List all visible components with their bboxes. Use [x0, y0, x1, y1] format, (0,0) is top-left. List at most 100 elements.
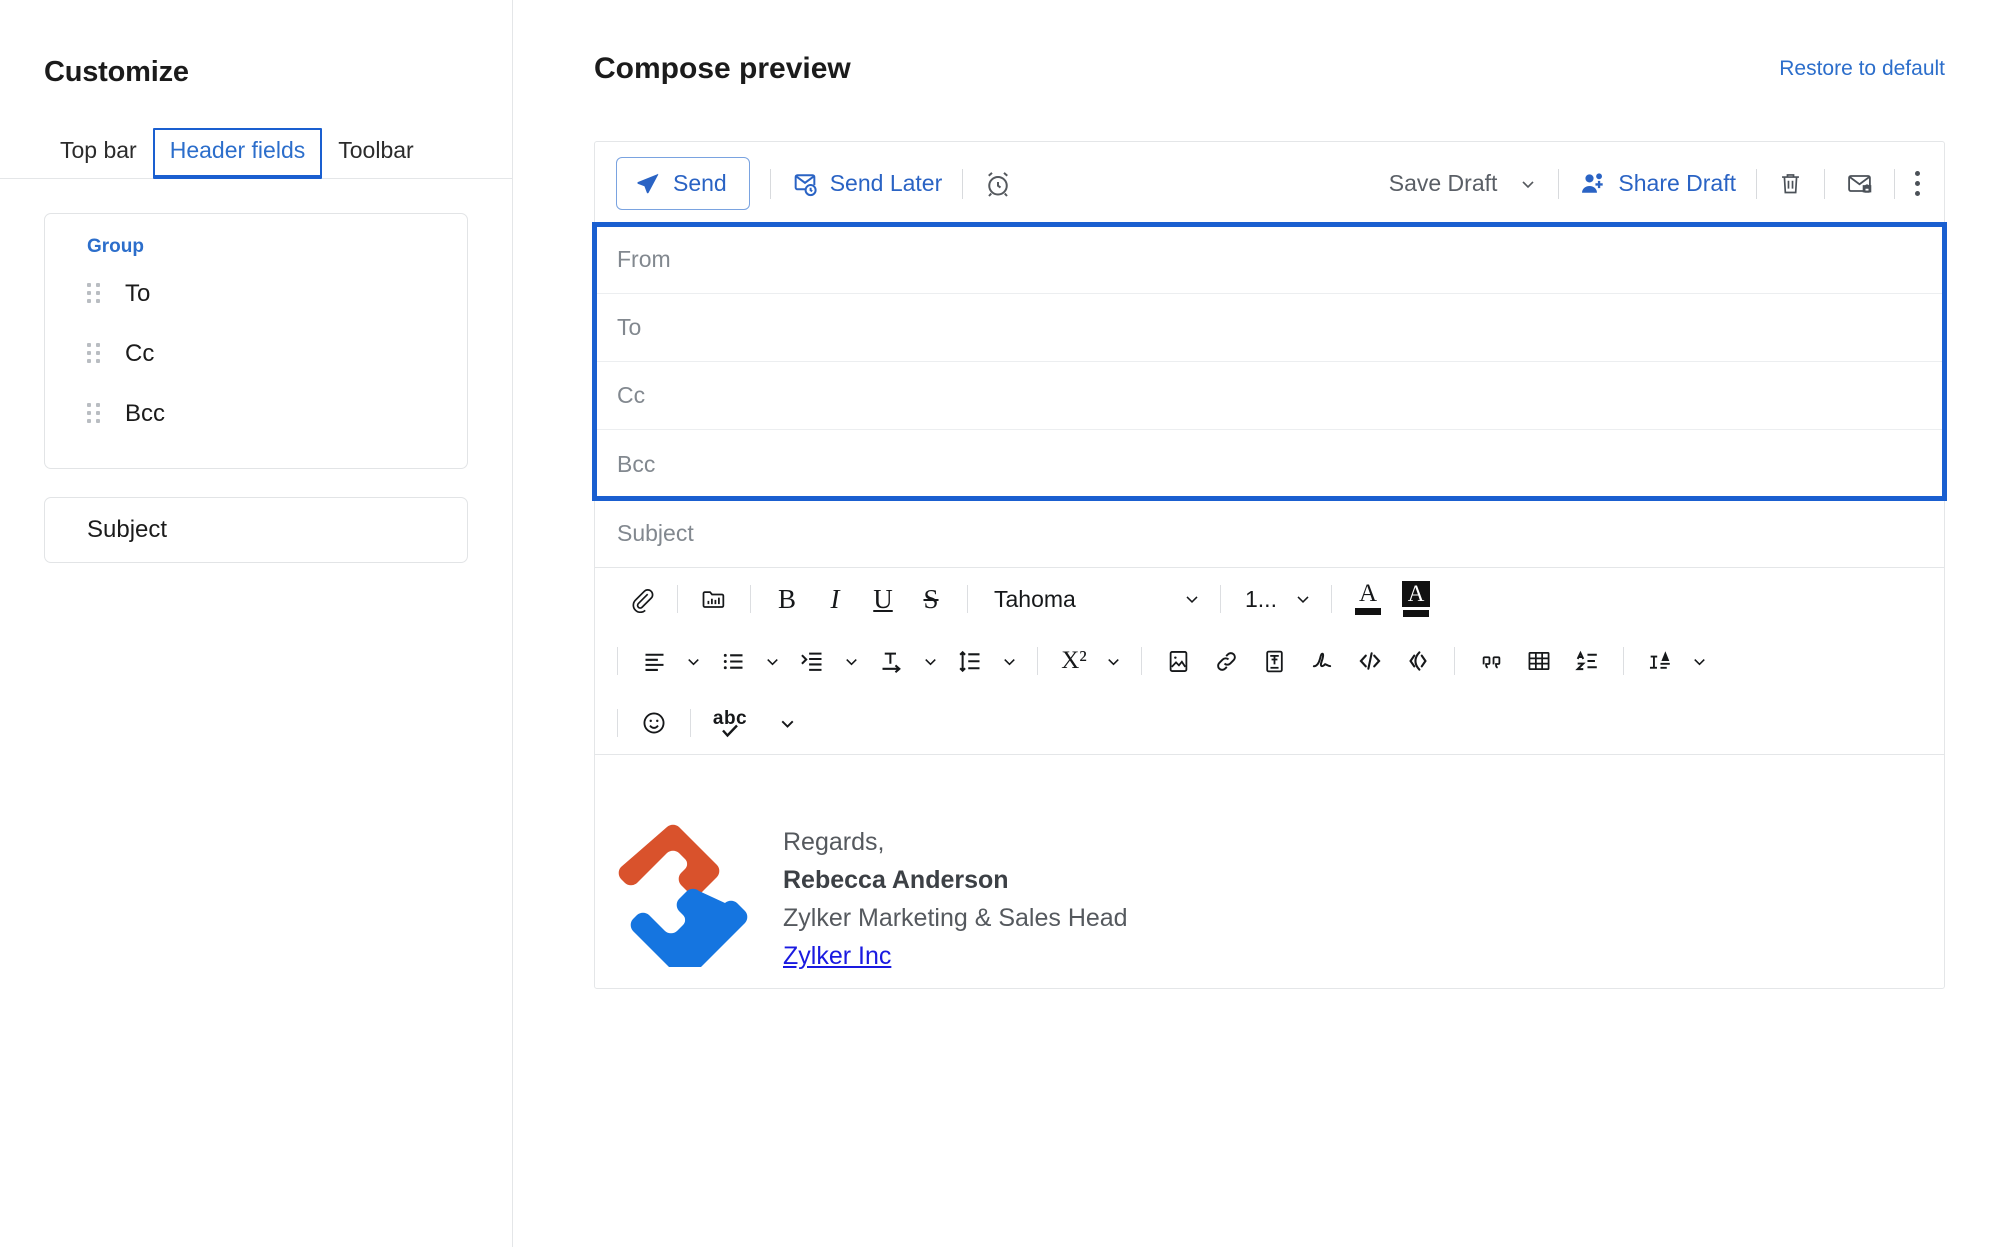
cc-field-row[interactable]: Cc [595, 362, 1944, 430]
restore-to-default-link[interactable]: Restore to default [1779, 57, 1945, 81]
divider [770, 169, 771, 199]
send-button[interactable]: Send [616, 157, 750, 210]
group-item-label: Bcc [125, 400, 165, 428]
share-draft-label: Share Draft [1618, 170, 1736, 197]
group-item-cc[interactable]: Cc [45, 324, 467, 384]
indent-chevron-down-icon[interactable] [836, 652, 867, 671]
signature-button[interactable] [1298, 638, 1346, 684]
divider [1331, 585, 1332, 613]
from-field-label: From [617, 246, 671, 273]
group-item-bcc[interactable]: Bcc [45, 384, 467, 444]
signature-designation: Zylker Marketing & Sales Head [783, 899, 1128, 937]
to-field-label: To [617, 314, 641, 341]
underline-label: U [873, 584, 893, 615]
divider [617, 709, 618, 737]
group-item-label: Cc [125, 340, 154, 368]
secure-mail-button[interactable] [1845, 169, 1874, 198]
strikethrough-button[interactable]: S [907, 576, 955, 622]
insert-image-button[interactable] [1154, 638, 1202, 684]
cc-field-label: Cc [617, 382, 645, 409]
subject-card[interactable]: Subject [44, 497, 468, 563]
line-spacing-button[interactable] [946, 638, 994, 684]
font-family-select[interactable]: Tahoma [980, 586, 1176, 613]
clear-formatting-chevron-down-icon[interactable] [1684, 652, 1715, 671]
divider [1141, 647, 1142, 675]
sort-format-button[interactable] [1563, 638, 1611, 684]
save-draft-button[interactable]: Save Draft [1389, 170, 1539, 197]
tab-top-bar[interactable]: Top bar [44, 129, 153, 178]
insert-table-button[interactable] [1515, 638, 1563, 684]
delete-draft-button[interactable] [1777, 170, 1804, 197]
bullet-list-chevron-down-icon[interactable] [757, 652, 788, 671]
subject-card-label: Subject [45, 516, 167, 544]
group-item-label: To [125, 280, 150, 308]
more-options-button[interactable] [1915, 171, 1920, 196]
insert-image-folder-button[interactable] [690, 576, 738, 622]
text-direction-chevron-down-icon[interactable] [915, 652, 946, 671]
align-button[interactable] [630, 638, 678, 684]
tab-toolbar[interactable]: Toolbar [322, 129, 429, 178]
trash-icon [1777, 170, 1804, 197]
text-direction-button[interactable] [867, 638, 915, 684]
to-field-row[interactable]: To [595, 294, 1944, 362]
insert-template-button[interactable] [1250, 638, 1298, 684]
superscript-label: X² [1061, 647, 1087, 675]
underline-button[interactable]: U [859, 576, 907, 622]
share-draft-button[interactable]: Share Draft [1579, 170, 1736, 198]
spellcheck-button[interactable]: abc [703, 700, 757, 746]
bold-button[interactable]: B [763, 576, 811, 622]
align-chevron-down-icon[interactable] [678, 652, 709, 671]
divider [750, 585, 751, 613]
font-family-chevron-down-icon[interactable] [1176, 589, 1208, 609]
signature-company-link[interactable]: Zylker Inc [783, 937, 1128, 975]
drag-handle-icon[interactable] [87, 403, 101, 425]
indent-button[interactable] [788, 638, 836, 684]
insert-link-button[interactable] [1202, 638, 1250, 684]
app-root: Customize Top bar Header fields Toolbar … [0, 0, 2000, 1247]
subject-field-placeholder: Subject [617, 520, 694, 547]
send-later-button[interactable]: Send Later [791, 170, 943, 198]
page-title: Compose preview [594, 52, 851, 86]
tab-header-fields[interactable]: Header fields [153, 128, 323, 179]
share-draft-person-add-icon [1579, 170, 1607, 198]
divider [1623, 647, 1624, 675]
drag-handle-icon[interactable] [87, 283, 101, 305]
format-toolbar-row-2: X² [617, 630, 1944, 692]
spellcheck-chevron-down-icon[interactable] [771, 713, 804, 734]
emoji-button[interactable] [630, 700, 678, 746]
signature-name: Rebecca Anderson [783, 861, 1128, 899]
subject-field-row[interactable]: Subject [595, 498, 1944, 568]
bcc-field-row[interactable]: Bcc [595, 430, 1944, 498]
highlight-color-button[interactable]: A [1392, 576, 1440, 622]
chevron-down-icon [1518, 174, 1538, 194]
font-size-chevron-down-icon[interactable] [1287, 589, 1319, 609]
superscript-chevron-down-icon[interactable] [1098, 652, 1129, 671]
view-source-button[interactable] [1394, 638, 1442, 684]
insert-code-button[interactable] [1346, 638, 1394, 684]
compose-action-bar: Send Send Later [595, 142, 1944, 225]
from-field-row[interactable]: From [595, 226, 1944, 294]
bullet-list-button[interactable] [709, 638, 757, 684]
blockquote-button[interactable] [1467, 638, 1515, 684]
group-item-to[interactable]: To [45, 264, 467, 324]
italic-button[interactable]: I [811, 576, 859, 622]
clear-formatting-button[interactable] [1636, 638, 1684, 684]
divider [967, 585, 968, 613]
bcc-field-label: Bcc [617, 451, 655, 478]
format-toolbar-row-1: B I U S Tahoma [617, 568, 1944, 630]
send-later-clock-icon [791, 170, 819, 198]
strikethrough-label: S [923, 584, 938, 615]
format-toolbar-row-3: abc [617, 692, 1944, 754]
drag-handle-icon[interactable] [87, 343, 101, 365]
reminder-button[interactable] [983, 169, 1013, 199]
divider [1220, 585, 1221, 613]
compose-body-area[interactable]: Regards, Rebecca Anderson Zylker Marketi… [595, 754, 1944, 988]
line-spacing-chevron-down-icon[interactable] [994, 652, 1025, 671]
font-size-select[interactable]: 1... [1233, 586, 1287, 613]
compose-preview-panel: Compose preview Restore to default Send [513, 0, 2000, 1247]
send-later-label: Send Later [830, 170, 943, 197]
divider [1454, 647, 1455, 675]
font-color-button[interactable]: A [1344, 576, 1392, 622]
attach-file-button[interactable] [617, 576, 665, 622]
superscript-button[interactable]: X² [1050, 638, 1098, 684]
